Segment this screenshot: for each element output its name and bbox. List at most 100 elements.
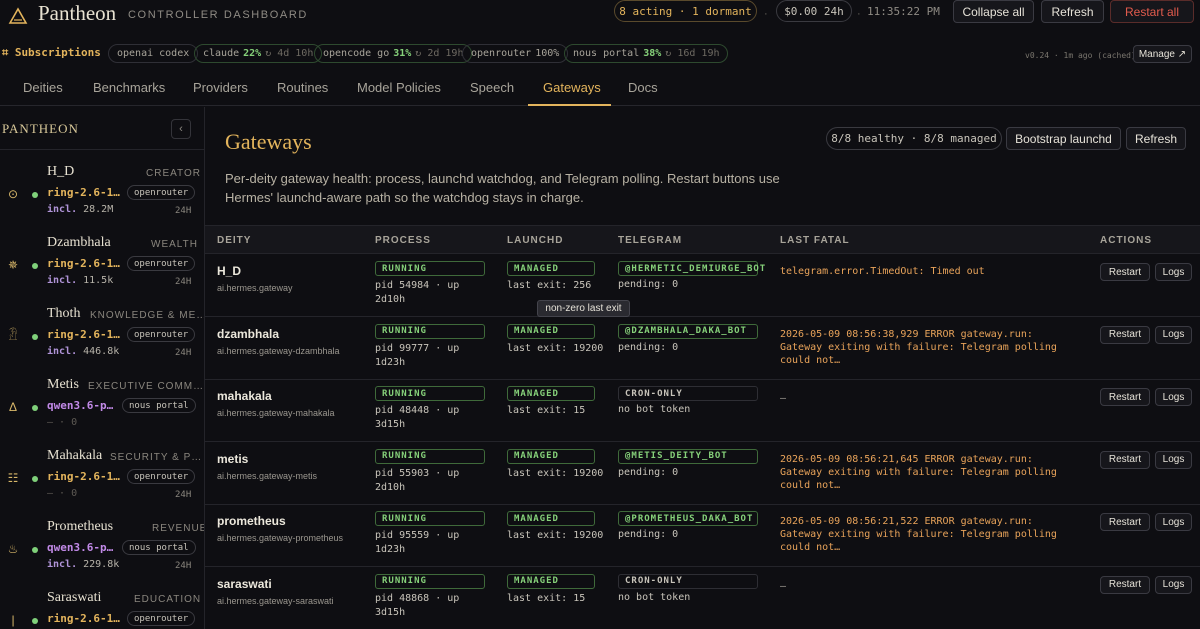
subscription-chip[interactable]: openrouter 100% <box>462 44 569 63</box>
telegram-detail: pending: 0 <box>618 341 679 353</box>
provider-badge: nous portal <box>122 398 196 413</box>
gateway-row: metis ai.hermes.gateway-metis RUNNING pid 5… <box>205 443 1200 505</box>
launchd-status-badge: MANAGED <box>507 511 595 526</box>
launchd-label: ai.hermes.gateway-dzambhala <box>217 345 340 356</box>
app-brand: Pantheon <box>38 1 117 25</box>
deity-role: EXECUTIVE COMM… <box>88 381 205 392</box>
logs-button[interactable]: Logs <box>1155 325 1192 344</box>
process-status-badge: RUNNING <box>375 511 485 526</box>
deity-name: Mahakala <box>47 448 103 463</box>
deity-model: ring-2.6-1… <box>47 328 120 341</box>
logs-button[interactable]: Logs <box>1155 388 1192 406</box>
deity-card[interactable]: Δ Metis EXECUTIVE COMM… qwen3.6-p… nous port… <box>0 377 205 447</box>
tab-model-policies[interactable]: Model Policies <box>357 80 441 95</box>
usage-period: 24H <box>175 561 192 571</box>
restart-button[interactable]: Restart <box>1100 325 1150 344</box>
launchd-label: ai.hermes.gateway-prometheus <box>217 533 344 543</box>
last-exit-tooltip: non-zero last exit <box>537 300 630 317</box>
telegram-badge: @METIS_DEITY_BOT <box>618 448 758 464</box>
launchd-label: ai.hermes.gateway-metis <box>217 470 318 481</box>
sidebar-collapse-icon[interactable]: ‹ <box>171 119 191 139</box>
subscription-chip[interactable]: claude 22% ↻ 4d 10h <box>194 44 323 63</box>
deity-name: Dzambhala <box>47 235 111 250</box>
tab-bar: Deities Benchmarks Providers Routines Model … <box>0 70 1200 106</box>
process-detail: pid 48868 · up 3d15h <box>375 592 460 618</box>
launchd-status-badge: MANAGED <box>507 573 595 589</box>
status-dot <box>32 547 38 553</box>
deity-card[interactable]: 𓁟 Thoth KNOWLEDGE & ME… ring-2.6-1… openrout… <box>0 306 204 376</box>
refresh-button[interactable]: Refresh <box>1041 0 1104 23</box>
deity-usage: incl. 446.8k <box>47 346 119 357</box>
column-header-actions: ACTIONS <box>1100 235 1152 246</box>
provider-badge: openrouter <box>127 611 196 626</box>
logs-button[interactable]: Logs <box>1155 450 1192 469</box>
restart-button[interactable]: Restart <box>1100 513 1150 531</box>
subscription-chip[interactable]: opencode go 31% ↻ 2d 19h <box>314 44 473 63</box>
status-dot <box>32 476 38 482</box>
deity-usage: — · 0 <box>47 488 77 499</box>
gateway-row: saraswati ai.hermes.gateway-saraswati RUNN… <box>205 568 1200 629</box>
separator-dot: · <box>857 8 861 20</box>
process-detail: pid 99777 · up 1d23h <box>375 342 460 368</box>
status-dot <box>32 334 38 340</box>
launchd-label: ai.hermes.gateway-mahakala <box>217 408 335 418</box>
deity-icon: 𓁟 <box>8 329 18 343</box>
restart-button[interactable]: Restart <box>1100 450 1150 469</box>
page-title: Gateways <box>225 129 312 154</box>
usage-period: 24H <box>175 277 192 287</box>
column-header-telegram: TELEGRAM <box>618 235 683 246</box>
deity-card[interactable]: ✵ Dzambhala WEALTH ring-2.6-1… openrouter inc… <box>0 235 204 305</box>
deity-icon: ✵ <box>7 258 19 272</box>
telegram-badge: @PROMETHEUS_DAKA_BOT <box>618 511 758 526</box>
clock: 11:35:22 PM <box>867 5 940 18</box>
deity-role: REVENUE & … <box>152 523 205 534</box>
gateways-panel: Gateways 8/8 healthy · 8/8 managed Boots… <box>205 107 1200 629</box>
tab-docs[interactable]: Docs <box>628 80 658 95</box>
page-description: Per-deity gateway health: process, launc… <box>225 171 780 205</box>
process-detail: pid 95559 · up 1d23h <box>375 530 460 555</box>
tab-benchmarks[interactable]: Benchmarks <box>93 80 165 95</box>
deity-name: prometheus <box>217 514 286 528</box>
subscription-chip[interactable]: nous portal 38% ↻ 16d 19h <box>564 44 729 63</box>
telegram-badge: CRON-ONLY <box>618 573 758 589</box>
subscription-chip[interactable]: openai codex <box>108 44 199 63</box>
restart-all-button[interactable]: Restart all <box>1110 0 1194 23</box>
subscription-reset: ↻ 2d 19h <box>415 48 464 59</box>
last-exit: last exit: 15 <box>507 592 586 604</box>
tab-routines[interactable]: Routines <box>277 80 328 95</box>
subscriptions-title: ⌗ Subscriptions <box>2 46 101 59</box>
deity-card[interactable]: ♨ Prometheus REVENUE & … qwen3.6-p… nous por… <box>0 519 205 589</box>
restart-button[interactable]: Restart <box>1100 388 1150 406</box>
logs-button[interactable]: Logs <box>1155 263 1192 281</box>
deity-name: metis <box>217 451 249 466</box>
deity-card[interactable]: ⊙ H_D CREATOR ring-2.6-1… openrouter incl. 28.… <box>0 164 204 234</box>
tab-providers[interactable]: Providers <box>193 80 248 95</box>
usage-label: incl. <box>47 346 78 357</box>
restart-button[interactable]: Restart <box>1100 575 1150 594</box>
deity-name: Metis <box>47 377 79 392</box>
refresh-gateways-button[interactable]: Refresh <box>1126 127 1186 150</box>
tab-speech[interactable]: Speech <box>470 80 514 95</box>
collapse-all-button[interactable]: Collapse all <box>953 0 1034 23</box>
last-fatal: 2026-05-09 08:56:21,522 ERROR gateway.ru… <box>780 516 1057 553</box>
telegram-badge: @DZAMBHALA_DAKA_BOT <box>618 323 758 339</box>
restart-button[interactable]: Restart <box>1100 263 1150 281</box>
subscription-reset: ↻ 4d 10h <box>265 48 314 59</box>
provider-badge: openrouter <box>127 256 196 271</box>
gateway-row: prometheus ai.hermes.gateway-prometheus RU… <box>205 505 1200 567</box>
bootstrap-launchd-button[interactable]: Bootstrap launchd <box>1006 127 1121 150</box>
version-info: v0.24 · 1m ago (cached) <box>1025 51 1136 60</box>
usage-period: 24H <box>175 490 192 500</box>
status-dot <box>32 192 38 198</box>
launchd-status-badge: MANAGED <box>507 261 595 276</box>
manage-button[interactable]: Manage ↗ <box>1133 45 1192 63</box>
deity-card[interactable]: ☷ Mahakala SECURITY & P… ring-2.6-1… openrou… <box>0 448 204 518</box>
tab-deities[interactable]: Deities <box>23 80 63 95</box>
process-status-badge: RUNNING <box>375 448 485 464</box>
deity-model: ring-2.6-1… <box>47 257 120 270</box>
tab-gateways[interactable]: Gateways <box>543 80 601 95</box>
last-exit: last exit: 19200 <box>507 467 604 479</box>
logs-button[interactable]: Logs <box>1155 575 1192 594</box>
deity-card[interactable]: | Saraswati EDUCATION ring-2.6-1… openrouter <box>0 590 204 629</box>
logs-button[interactable]: Logs <box>1155 513 1192 531</box>
